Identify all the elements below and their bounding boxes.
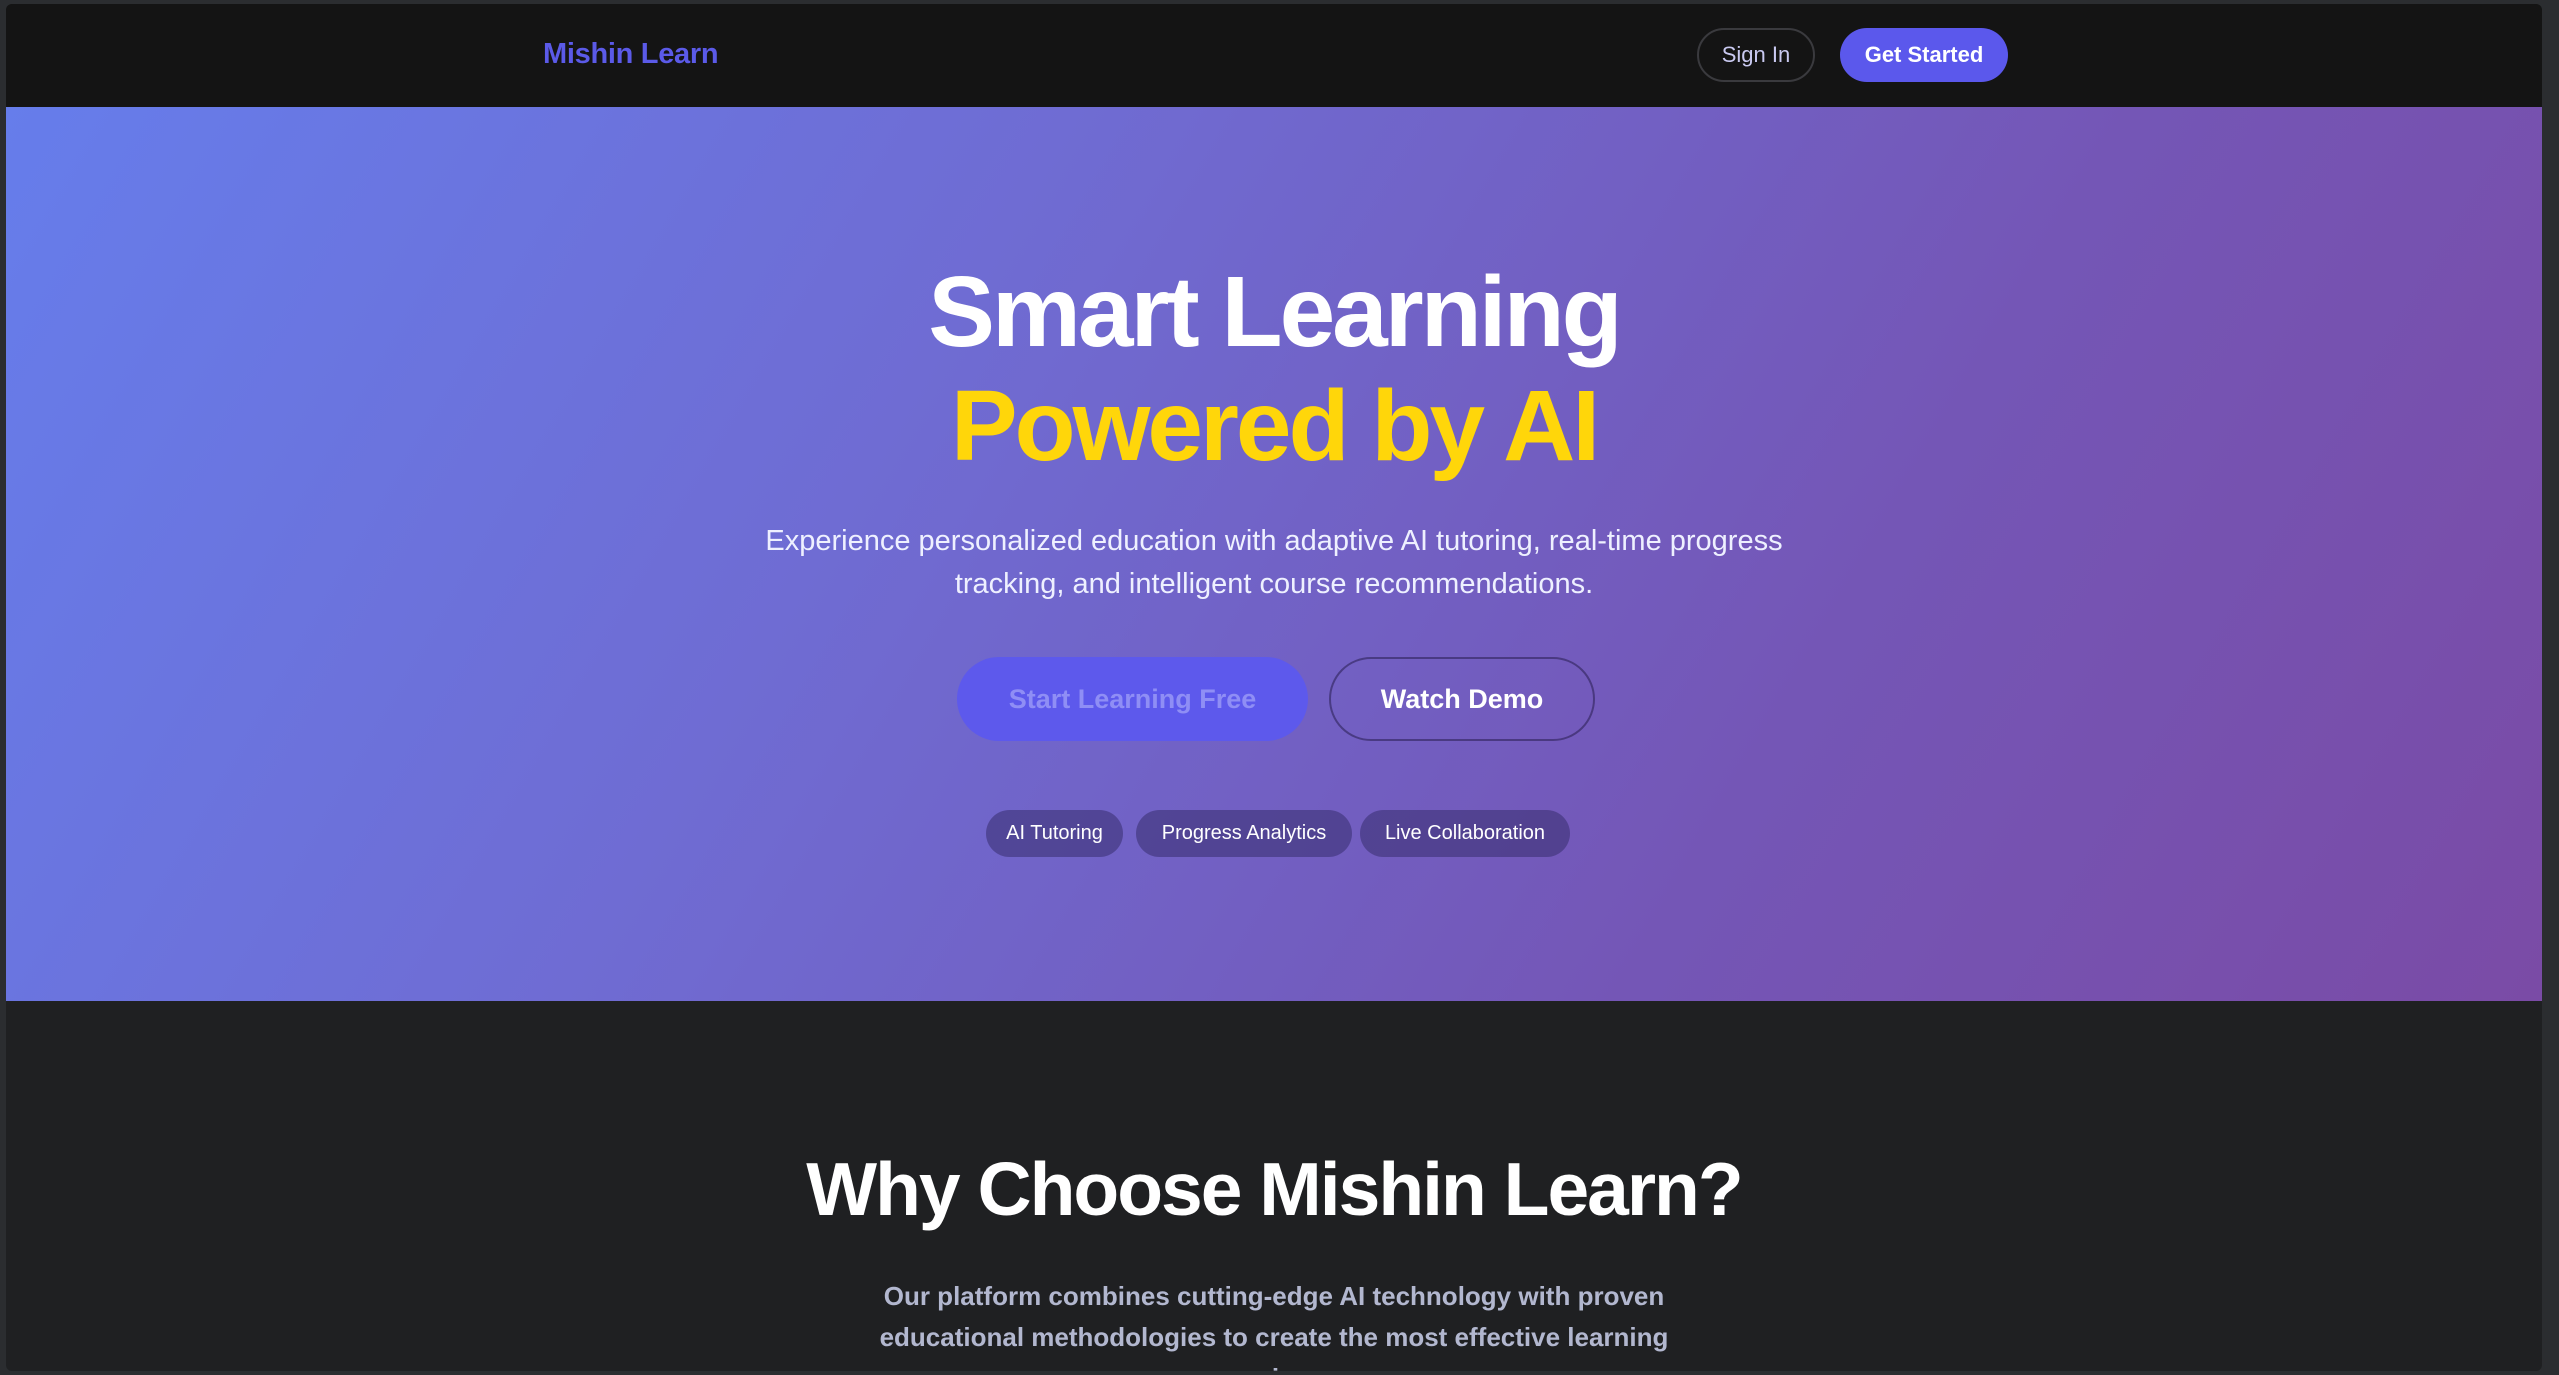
hero-title: Smart Learning	[928, 256, 1623, 368]
browser-viewport: Mishin Learn Sign In Get Started Smart L…	[6, 4, 2542, 1371]
hero-title-highlight: Powered by AI	[950, 370, 1600, 482]
why-description: Our platform combines cutting-edge AI te…	[879, 1281, 1669, 1371]
brand-logo[interactable]: Mishin Learn	[543, 38, 719, 71]
watch-demo-button[interactable]: Watch Demo	[1329, 657, 1595, 741]
feature-chip-live-collaboration: Live Collaboration	[1360, 810, 1570, 857]
why-title: Why Choose Mishin Learn?	[806, 1147, 1743, 1231]
start-learning-button[interactable]: Start Learning Free	[957, 657, 1308, 741]
get-started-button[interactable]: Get Started	[1840, 28, 2008, 82]
feature-chip-ai-tutoring: AI Tutoring	[986, 810, 1123, 857]
hero-section: Smart Learning Powered by AI Experience …	[6, 107, 2542, 1001]
sign-in-button[interactable]: Sign In	[1697, 28, 1815, 82]
hero-subtitle: Experience personalized education with a…	[765, 525, 1783, 600]
navbar: Mishin Learn Sign In Get Started	[6, 4, 2542, 107]
feature-chip-progress-analytics: Progress Analytics	[1136, 810, 1352, 857]
